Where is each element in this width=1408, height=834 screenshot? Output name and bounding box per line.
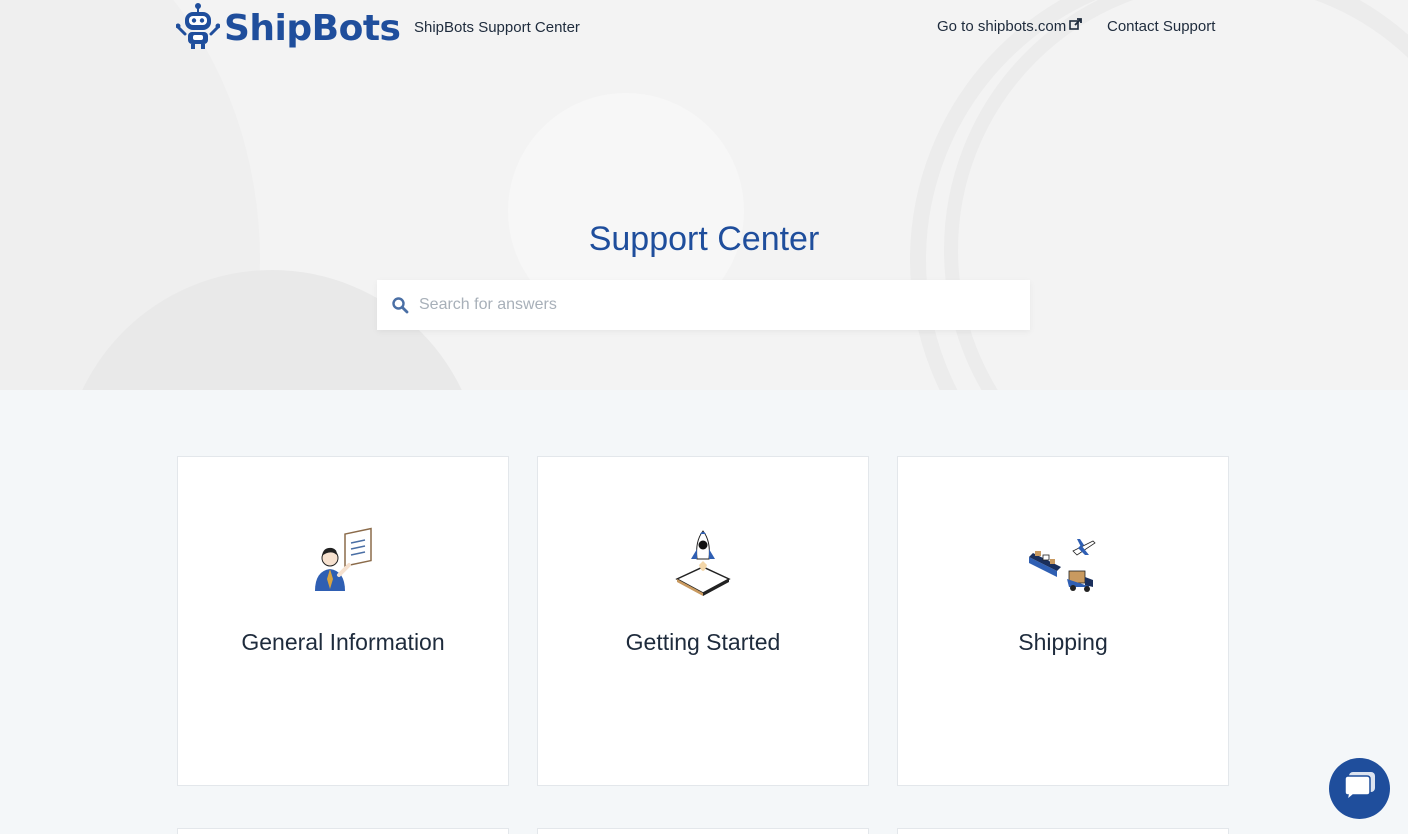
rocket-launch-icon [663,527,743,599]
hero-section: Support Center [0,0,1408,390]
search-bar[interactable] [377,280,1030,330]
site-title[interactable]: ShipBots Support Center [414,19,580,36]
category-card-getting-started[interactable]: Getting Started [537,456,869,786]
external-site-link[interactable]: Go to shipbots.com [937,18,1083,35]
category-card-general-information[interactable]: General Information [177,456,509,786]
category-title: Getting Started [625,629,781,655]
category-card[interactable] [177,828,509,834]
logo[interactable]: ShipBots [175,1,401,56]
search-input[interactable] [419,296,999,314]
person-checklist-icon [303,527,383,599]
top-navigation: ShipBots ShipBots Support Center Go to s… [0,0,1408,56]
contact-support-link[interactable]: Contact Support [1107,18,1215,35]
category-card-shipping[interactable]: Shipping [897,456,1229,786]
external-link-icon [1069,18,1083,35]
chat-bubble-icon [1343,770,1377,807]
chat-launcher-button[interactable] [1329,758,1390,819]
page-title: Support Center [588,220,820,258]
logo-text: ShipBots [224,7,401,49]
category-card[interactable] [897,828,1229,834]
external-link-label: Go to shipbots.com [937,18,1067,35]
category-title: General Information [241,629,445,655]
category-title: Shipping [1018,629,1108,655]
shipping-transport-icon [1023,527,1103,599]
category-card[interactable] [537,828,869,834]
search-icon [391,296,409,314]
robot-logo-icon [175,1,221,56]
